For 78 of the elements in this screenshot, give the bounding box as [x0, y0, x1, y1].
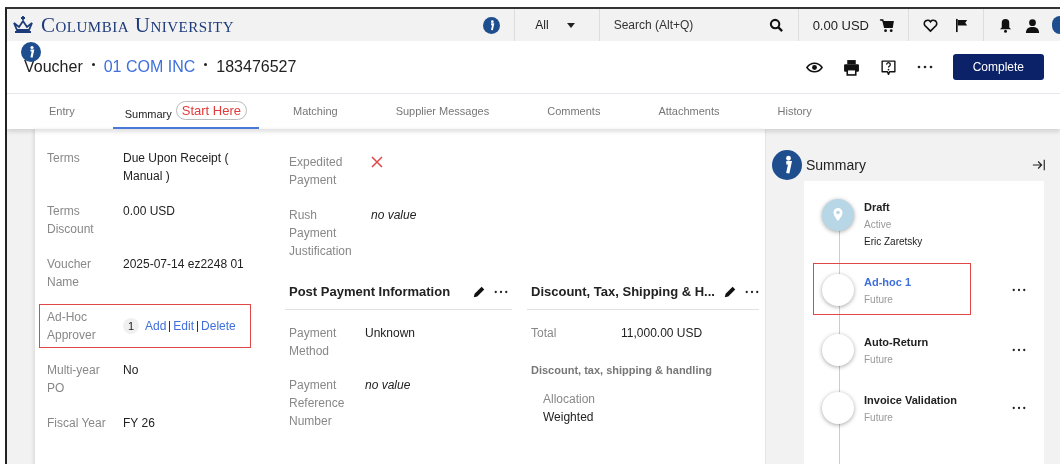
section-title: Discount, Tax, Shipping & H... [531, 284, 715, 299]
more-icon[interactable] [1012, 348, 1026, 352]
info-icon[interactable] [483, 16, 501, 34]
document-number: 183476527 [216, 58, 297, 76]
field-value: 11,000.00 USD [621, 325, 704, 342]
collapse-icon[interactable] [1032, 158, 1046, 172]
field-label: Rush Payment Justification [289, 207, 353, 260]
field-label: Payment Method [289, 325, 338, 360]
action-link[interactable]: Add [145, 317, 167, 335]
tab[interactable]: Comments [523, 94, 625, 129]
field-label: Terms Discount [47, 203, 95, 238]
document-type: Voucher [24, 58, 83, 76]
field-value: 0.00 USD [123, 203, 177, 220]
info-icon[interactable] [21, 42, 41, 62]
field-label: Fiscal Year [47, 415, 107, 432]
help-icon[interactable] [879, 58, 897, 76]
avatar-icon[interactable] [1052, 16, 1060, 34]
step-status: Active [864, 218, 893, 232]
action-link[interactable]: Delete [201, 317, 236, 335]
step-name: Auto-Return [864, 335, 929, 350]
more-icon[interactable] [1012, 288, 1026, 292]
field-label: Payment Reference Number [289, 377, 346, 430]
cart-total[interactable]: 0.00 USD [812, 17, 869, 33]
field-value: no value [365, 377, 412, 394]
bell-icon[interactable] [998, 17, 1013, 33]
step-name: Invoice Validation [864, 393, 957, 408]
print-icon[interactable] [842, 58, 860, 76]
complete-button[interactable]: Complete [952, 54, 1044, 80]
logo-text: Columbia University [41, 12, 235, 38]
step-status: Future [864, 411, 894, 425]
field-label: Expedited Payment [289, 154, 344, 189]
tab[interactable]: Entry [29, 94, 99, 129]
field-label: Allocation [543, 391, 597, 408]
field-label: Terms [47, 150, 81, 167]
tab[interactable]: History [753, 94, 836, 129]
search-icon[interactable] [768, 17, 784, 33]
flag-icon[interactable] [954, 17, 969, 33]
info-icon[interactable] [772, 150, 802, 180]
step-status: Future [864, 353, 894, 367]
step-person: Eric Zaretsky [864, 235, 924, 249]
search-field[interactable]: Search (Alt+Q) [613, 18, 724, 32]
more-icon[interactable] [916, 65, 933, 69]
field-value: Due Upon Receipt ( Manual ) [123, 150, 230, 185]
field-label: Ad-Hoc Approver [47, 309, 97, 344]
caret-icon [566, 22, 575, 28]
action-link[interactable]: Edit [173, 317, 195, 335]
tab[interactable]: Attachments [634, 94, 744, 129]
count-badge: 1 [123, 318, 139, 334]
step-status: Future [864, 293, 894, 307]
panel-title: Summary [806, 157, 867, 173]
tab[interactable]: Matching [269, 94, 362, 129]
step-name[interactable]: Ad-hoc 1 [864, 274, 912, 291]
crown-icon [11, 15, 35, 35]
section-title: Post Payment Information [289, 284, 451, 299]
more-icon[interactable] [1012, 406, 1026, 410]
field-value: no value [370, 207, 418, 224]
field-value: FY 26 [123, 415, 156, 432]
heart-icon[interactable] [923, 17, 938, 33]
field-label: Voucher Name [47, 256, 93, 291]
more-icon[interactable] [744, 289, 759, 294]
field-label: Multi-year PO [47, 362, 101, 397]
field-value: Unknown [365, 325, 417, 342]
user-icon[interactable] [1025, 17, 1040, 33]
cart-icon[interactable] [879, 17, 894, 33]
field-label: Total [531, 325, 558, 342]
subheading: Discount, tax, shipping & handling [531, 364, 713, 376]
separator-dot-icon [204, 62, 208, 66]
field-value: 2025-07-14 ez2248 01 [123, 256, 245, 273]
separator-dot-icon [91, 62, 95, 66]
field-value: Weighted [543, 409, 595, 426]
more-icon[interactable] [494, 289, 509, 294]
field-value: No [123, 362, 140, 379]
pencil-icon[interactable] [722, 284, 737, 299]
tab[interactable]: Supplier Messages [371, 94, 514, 129]
supplier-link[interactable]: 01 COM INC [103, 58, 196, 76]
step-name: Draft [864, 200, 890, 215]
scope-dropdown[interactable]: All [514, 9, 599, 41]
pencil-icon[interactable] [472, 284, 487, 299]
